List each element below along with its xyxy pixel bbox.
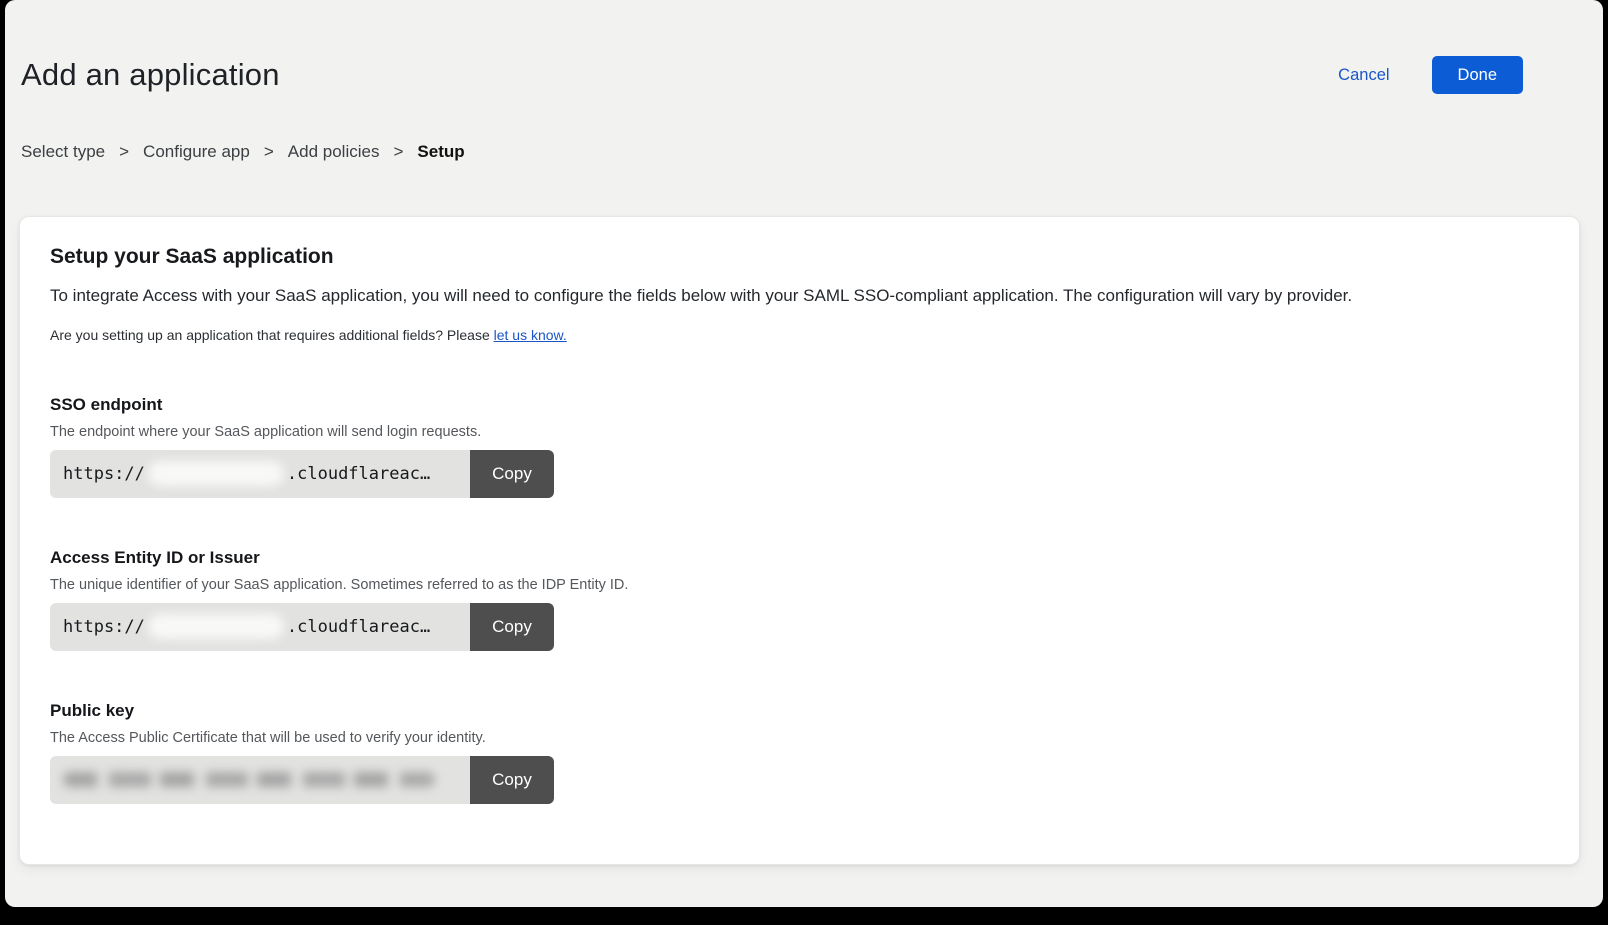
header-actions: Cancel Done: [1338, 56, 1523, 94]
page-header: Add an application Cancel Done: [5, 0, 1603, 94]
value-suffix: .cloudflareac…: [287, 617, 430, 637]
sso-endpoint-description: The endpoint where your SaaS application…: [50, 424, 1549, 440]
breadcrumb-step-configure-app[interactable]: Configure app: [143, 142, 250, 162]
access-entity-id-copy-button[interactable]: Copy: [470, 603, 554, 651]
access-entity-id-value: https:// .cloudflareac…: [50, 603, 470, 651]
access-entity-id-description: The unique identifier of your SaaS appli…: [50, 577, 1549, 593]
note-text: Are you setting up an application that r…: [50, 327, 494, 343]
field-public-key: Public key The Access Public Certificate…: [50, 701, 1549, 804]
breadcrumb-step-setup: Setup: [417, 142, 464, 162]
breadcrumb-separator: >: [393, 142, 403, 162]
value-suffix: .cloudflareac…: [287, 464, 430, 484]
app-window: Add an application Cancel Done Select ty…: [5, 0, 1603, 907]
cancel-button[interactable]: Cancel: [1338, 66, 1389, 85]
redacted-value-segment: [63, 772, 435, 787]
breadcrumb-separator: >: [264, 142, 274, 162]
done-button[interactable]: Done: [1432, 56, 1523, 94]
public-key-description: The Access Public Certificate that will …: [50, 730, 1549, 746]
breadcrumb-step-select-type[interactable]: Select type: [21, 142, 105, 162]
public-key-value: [50, 756, 470, 804]
breadcrumb-step-add-policies[interactable]: Add policies: [288, 142, 380, 162]
card-heading: Setup your SaaS application: [50, 245, 1549, 269]
value-prefix: https://: [63, 617, 145, 637]
access-entity-id-label: Access Entity ID or Issuer: [50, 548, 1549, 568]
field-access-entity-id: Access Entity ID or Issuer The unique id…: [50, 548, 1549, 651]
card-intro: To integrate Access with your SaaS appli…: [50, 285, 1549, 308]
value-prefix: https://: [63, 464, 145, 484]
breadcrumb-separator: >: [119, 142, 129, 162]
access-entity-id-value-row: https:// .cloudflareac… Copy: [50, 603, 554, 651]
sso-endpoint-value-row: https:// .cloudflareac… Copy: [50, 450, 554, 498]
sso-endpoint-copy-button[interactable]: Copy: [470, 450, 554, 498]
breadcrumb: Select type > Configure app > Add polici…: [21, 142, 1603, 162]
public-key-label: Public key: [50, 701, 1549, 721]
public-key-copy-button[interactable]: Copy: [470, 756, 554, 804]
let-us-know-link[interactable]: let us know.: [494, 327, 567, 343]
sso-endpoint-label: SSO endpoint: [50, 395, 1549, 415]
field-sso-endpoint: SSO endpoint The endpoint where your Saa…: [50, 395, 1549, 498]
setup-card: Setup your SaaS application To integrate…: [19, 216, 1580, 865]
sso-endpoint-value: https:// .cloudflareac…: [50, 450, 470, 498]
public-key-value-row: Copy: [50, 756, 554, 804]
redacted-value-segment: [148, 461, 284, 486]
page-title: Add an application: [21, 57, 280, 93]
additional-fields-note: Are you setting up an application that r…: [50, 327, 1549, 343]
redacted-value-segment: [148, 614, 284, 639]
